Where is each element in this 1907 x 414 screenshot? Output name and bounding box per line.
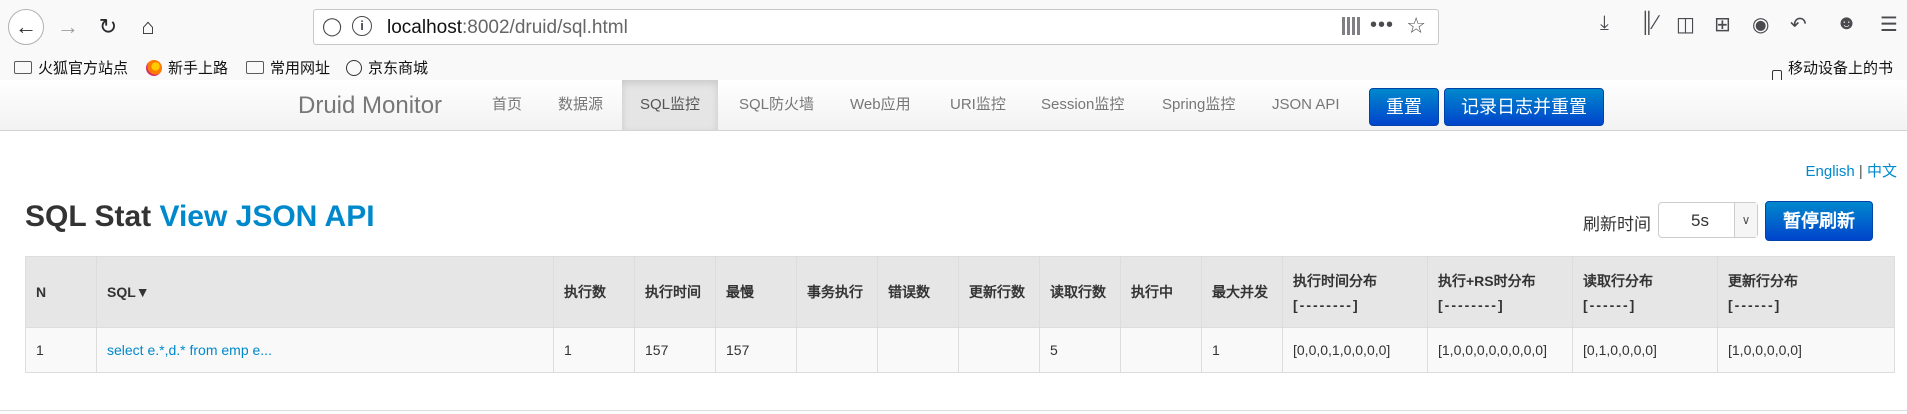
- col-running[interactable]: 执行中: [1120, 256, 1202, 328]
- cell-updated-rows: [958, 327, 1040, 373]
- nav-home[interactable]: 首页: [474, 80, 540, 130]
- col-read-rows[interactable]: 读取行数: [1039, 256, 1121, 328]
- folder-icon: [246, 61, 264, 74]
- view-json-api-link[interactable]: View JSON API: [159, 200, 374, 233]
- pause-refresh-button[interactable]: 暂停刷新: [1765, 201, 1873, 241]
- col-exec-rs-hist-label: 执行+RS时分布: [1438, 273, 1536, 289]
- col-read-rows-hist-range: [------]: [1583, 297, 1637, 313]
- chinese-link[interactable]: 中文: [1867, 163, 1897, 180]
- col-exec-time-hist[interactable]: 执行时间分布 [--------]: [1282, 256, 1428, 328]
- reset-button[interactable]: 重置: [1369, 88, 1439, 126]
- footer-divider: [0, 410, 1907, 411]
- home-icon[interactable]: ⌂: [130, 9, 166, 45]
- library-icon[interactable]: ║∕: [1640, 12, 1658, 35]
- undo-icon[interactable]: ↶: [1790, 12, 1807, 37]
- globe-icon: [346, 59, 362, 76]
- cell-exec-time: 157: [634, 327, 716, 373]
- chevron-down-icon: ∨: [1734, 203, 1757, 237]
- nav-sql-monitor[interactable]: SQL监控: [622, 80, 719, 130]
- nav-sql-firewall[interactable]: SQL防火墙: [721, 80, 832, 130]
- address-bar[interactable]: ◯ i localhost:8002/druid/sql.html ••• ☆: [313, 9, 1439, 45]
- table-row: 1 select e.*,d.* from emp e... 1 157 157…: [25, 327, 1895, 373]
- col-exec-time[interactable]: 执行时间: [634, 256, 716, 328]
- col-exec-time-hist-label: 执行时间分布: [1293, 273, 1377, 289]
- url-text[interactable]: localhost:8002/druid/sql.html: [387, 17, 628, 39]
- cell-slowest: 157: [715, 327, 797, 373]
- cell-errors: [877, 327, 959, 373]
- cell-exec-time-hist: [0,0,0,1,0,0,0,0]: [1282, 327, 1428, 373]
- bookmark-common-sites[interactable]: 常用网址: [246, 57, 330, 78]
- col-exec-rs-hist-range: [--------]: [1438, 297, 1505, 313]
- sql-detail-link[interactable]: select e.*,d.* from emp e...: [107, 342, 272, 358]
- col-txn-exec[interactable]: 事务执行: [796, 256, 878, 328]
- col-update-rows-hist-range: [------]: [1728, 297, 1782, 313]
- cell-read-rows: 5: [1039, 327, 1121, 373]
- chat-icon[interactable]: ◉: [1752, 12, 1769, 37]
- bookmark-jd[interactable]: 京东商城: [346, 57, 428, 78]
- col-max-concurrent[interactable]: 最大并发: [1201, 256, 1283, 328]
- col-updated-rows[interactable]: 更新行数: [958, 256, 1040, 328]
- col-read-rows-hist-label: 读取行分布: [1583, 273, 1653, 289]
- shield-icon[interactable]: ◯: [322, 16, 342, 37]
- download-icon[interactable]: ⤓: [1600, 12, 1609, 35]
- crop-icon[interactable]: ⊞: [1714, 12, 1731, 37]
- browser-toolbar: ← → ↻ ⌂ ◯ i localhost:8002/druid/sql.htm…: [0, 0, 1907, 53]
- sidebar-icon[interactable]: ◫: [1676, 12, 1695, 37]
- col-errors[interactable]: 错误数: [877, 256, 959, 328]
- col-update-rows-hist-label: 更新行分布: [1728, 273, 1798, 289]
- nav-uri-monitor[interactable]: URI监控: [932, 80, 1024, 130]
- bookmark-getting-started[interactable]: 新手上路: [146, 57, 228, 78]
- cell-read-rows-hist: [0,1,0,0,0,0]: [1572, 327, 1718, 373]
- cell-exec-rs-hist: [1,0,0,0,0,0,0,0,0]: [1427, 327, 1573, 373]
- nav-json-api[interactable]: JSON API: [1254, 80, 1358, 130]
- cell-exec-count: 1: [553, 327, 635, 373]
- qr-code-icon[interactable]: [1342, 17, 1360, 35]
- forward-arrow-icon[interactable]: →: [50, 9, 86, 45]
- nav-spring-monitor[interactable]: Spring监控: [1144, 80, 1253, 130]
- english-link[interactable]: English: [1806, 163, 1855, 180]
- col-exec-rs-hist[interactable]: 执行+RS时分布 [--------]: [1427, 256, 1573, 328]
- cell-txn-exec: [796, 327, 878, 373]
- col-exec-count[interactable]: 执行数: [553, 256, 635, 328]
- bookmarks-bar: 火狐官方站点 新手上路 常用网址 京东商城 移动设备上的书签: [0, 52, 1907, 98]
- col-slowest[interactable]: 最慢: [715, 256, 797, 328]
- refresh-interval-value: 5s: [1691, 211, 1709, 230]
- more-icon[interactable]: •••: [1370, 14, 1394, 37]
- nav-session-monitor[interactable]: Session监控: [1023, 80, 1142, 130]
- col-exec-time-hist-range: [--------]: [1293, 297, 1360, 313]
- info-icon[interactable]: i: [352, 16, 372, 36]
- folder-icon: [14, 61, 32, 74]
- col-sql[interactable]: SQL▼: [96, 256, 554, 328]
- brand-title[interactable]: Druid Monitor: [298, 92, 442, 120]
- language-switch: English | 中文: [1806, 160, 1897, 181]
- cell-n: 1: [25, 327, 97, 373]
- account-icon[interactable]: ☻: [1836, 12, 1857, 35]
- menu-icon[interactable]: ☰: [1880, 12, 1898, 37]
- sql-stat-table: N SQL▼ 执行数 执行时间 最慢 事务执行 错误数 更新行数 读取行数 执行…: [25, 256, 1895, 373]
- log-and-reset-button[interactable]: 记录日志并重置: [1444, 88, 1604, 126]
- nav-datasource[interactable]: 数据源: [540, 80, 621, 130]
- bookmark-star-icon[interactable]: ☆: [1406, 13, 1426, 39]
- page-title: SQL Stat View JSON API: [25, 200, 375, 234]
- page-title-text: SQL Stat: [25, 200, 152, 233]
- table-header-row: N SQL▼ 执行数 执行时间 最慢 事务执行 错误数 更新行数 读取行数 执行…: [25, 256, 1895, 328]
- nav-web-app[interactable]: Web应用: [832, 80, 929, 130]
- cell-sql: select e.*,d.* from emp e...: [96, 327, 554, 373]
- cell-running: [1120, 327, 1202, 373]
- refresh-interval-label: 刷新时间: [1583, 215, 1651, 234]
- cell-update-rows-hist: [1,0,0,0,0,0]: [1717, 327, 1895, 373]
- refresh-interval-select[interactable]: 5s ∨: [1658, 202, 1758, 238]
- cell-max-concurrent: 1: [1201, 327, 1283, 373]
- col-read-rows-hist[interactable]: 读取行分布 [------]: [1572, 256, 1718, 328]
- bookmark-firefox-site[interactable]: 火狐官方站点: [14, 57, 128, 78]
- lang-separator: |: [1858, 163, 1863, 180]
- firefox-icon: [146, 59, 162, 76]
- col-update-rows-hist[interactable]: 更新行分布 [------]: [1717, 256, 1895, 328]
- druid-navbar: Druid Monitor 首页 数据源 SQL监控 SQL防火墙 Web应用 …: [0, 80, 1907, 131]
- col-n[interactable]: N: [25, 256, 97, 328]
- back-arrow-icon[interactable]: ←: [8, 9, 44, 45]
- reload-icon[interactable]: ↻: [90, 9, 126, 45]
